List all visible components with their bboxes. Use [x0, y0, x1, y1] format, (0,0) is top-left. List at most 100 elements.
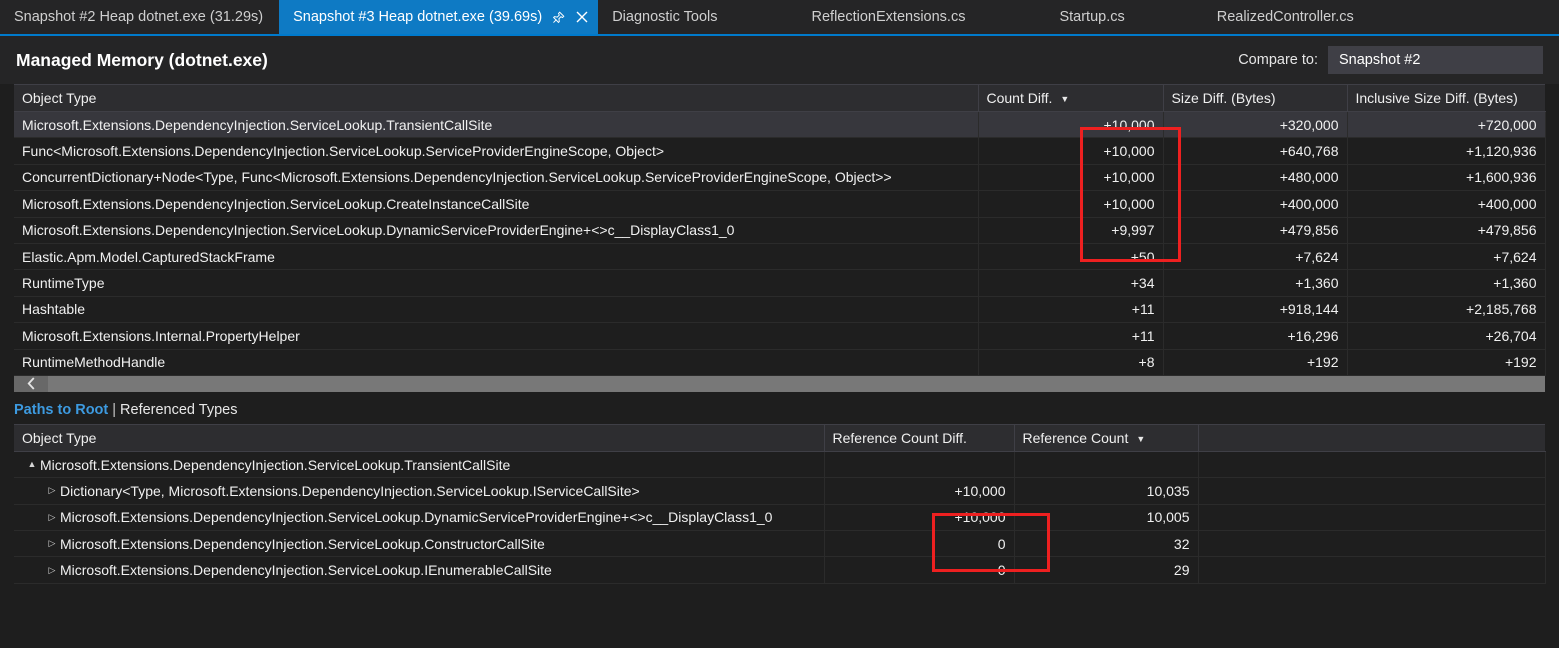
cell-size-diff: +7,624 — [1163, 243, 1348, 271]
column-label: Reference Count — [1022, 429, 1129, 446]
cell-count-diff: +10,000 — [978, 164, 1164, 192]
cell-object-type: ▲ Microsoft.Extensions.DependencyInjecti… — [14, 451, 825, 479]
cell-inclusive-size-diff: +1,120,936 — [1347, 137, 1546, 165]
table-row[interactable]: Elastic.Apm.Model.CapturedStackFrame +50… — [14, 243, 1546, 271]
column-header-reference-count-diff[interactable]: Reference Count Diff. — [824, 423, 1015, 452]
cell-object-type: ▷ Microsoft.Extensions.DependencyInjecti… — [14, 530, 825, 558]
tab-label: Snapshot #3 Heap dotnet.exe (39.69s) — [293, 9, 543, 25]
page-title: Managed Memory (dotnet.exe) — [16, 49, 268, 70]
cell-reference-count-diff: +10,000 — [824, 504, 1015, 532]
tab-snapshot-2[interactable]: Snapshot #2 Heap dotnet.exe (31.29s) — [0, 0, 280, 34]
paths-to-root-link[interactable]: Paths to Root — [14, 402, 108, 418]
grid-header: Object Type Count Diff. ▼ Size Diff. (Byt… — [14, 84, 1545, 112]
cell-reference-count: 10,005 — [1014, 504, 1199, 532]
cell-reference-count-diff — [824, 451, 1015, 479]
cell-object-type: Elastic.Apm.Model.CapturedStackFrame — [14, 243, 979, 271]
column-header-size-diff[interactable]: Size Diff. (Bytes) — [1163, 84, 1348, 112]
cell-reference-count-diff: 0 — [824, 556, 1015, 584]
table-row[interactable]: Microsoft.Extensions.DependencyInjection… — [14, 190, 1546, 218]
table-row[interactable]: Microsoft.Extensions.DependencyInjection… — [14, 111, 1546, 139]
cell-object-type: Microsoft.Extensions.DependencyInjection… — [14, 190, 979, 218]
column-label: Object Type — [22, 90, 97, 106]
tab-startup[interactable]: Startup.cs — [1045, 0, 1141, 34]
table-row[interactable]: Func<Microsoft.Extensions.DependencyInje… — [14, 137, 1546, 165]
tab-label: RealizedController.cs — [1216, 9, 1354, 25]
tab-reflection-extensions[interactable]: ReflectionExtensions.cs — [797, 0, 982, 34]
cell-empty — [1198, 504, 1546, 532]
cell-size-diff: +16,296 — [1163, 322, 1348, 350]
column-header-inclusive-size-diff[interactable]: Inclusive Size Diff. (Bytes) — [1347, 84, 1545, 112]
expander-expand-icon[interactable]: ▷ — [44, 512, 60, 522]
column-header-object-type[interactable]: Object Type — [14, 84, 979, 112]
column-header-count-diff[interactable]: Count Diff. ▼ — [978, 84, 1164, 112]
table-row[interactable]: RuntimeMethodHandle +8 +192 +192 — [14, 349, 1546, 376]
cell-reference-count: 29 — [1014, 556, 1199, 584]
horizontal-scrollbar[interactable] — [14, 375, 1545, 392]
expander-expand-icon[interactable]: ▷ — [44, 486, 60, 495]
cell-count-diff: +11 — [978, 322, 1164, 350]
cell-empty — [1198, 477, 1546, 505]
pin-icon[interactable] — [548, 7, 568, 27]
tree-row[interactable]: ▷ Microsoft.Extensions.DependencyInjecti… — [14, 504, 1546, 532]
tree-row[interactable]: ▷ Microsoft.Extensions.DependencyInjecti… — [14, 530, 1546, 558]
tab-diagnostic-tools[interactable]: Diagnostic Tools — [598, 0, 734, 34]
cell-count-diff: +8 — [978, 349, 1164, 376]
column-label: Reference Count Diff. — [832, 429, 967, 446]
profiler-window: Snapshot #2 Heap dotnet.exe (31.29s) Sna… — [0, 0, 1559, 648]
cell-empty — [1198, 530, 1546, 558]
scrollbar-thumb[interactable] — [48, 375, 1545, 392]
table-row[interactable]: ConcurrentDictionary+Node<Type, Func<Mic… — [14, 164, 1546, 192]
cell-inclusive-size-diff: +479,856 — [1347, 217, 1546, 244]
cell-object-type: ▷ Microsoft.Extensions.DependencyInjecti… — [14, 556, 825, 584]
cell-size-diff: +479,856 — [1163, 217, 1348, 244]
cell-object-type: Func<Microsoft.Extensions.DependencyInje… — [14, 137, 979, 165]
compare-control: Compare to: Snapshot #2 — [1238, 46, 1543, 74]
cell-inclusive-size-diff: +720,000 — [1347, 111, 1546, 139]
cell-size-diff: +480,000 — [1163, 164, 1348, 192]
tab-snapshot-3[interactable]: Snapshot #3 Heap dotnet.exe (39.69s) — [279, 0, 599, 34]
grid-body: Microsoft.Extensions.DependencyInjection… — [14, 111, 1546, 376]
column-label: Object Type — [22, 429, 97, 446]
cell-size-diff: +918,144 — [1163, 296, 1348, 324]
tree-row[interactable]: ▷ Microsoft.Extensions.DependencyInjecti… — [14, 556, 1546, 584]
table-row[interactable]: Microsoft.Extensions.Internal.PropertyHe… — [14, 322, 1546, 350]
cell-inclusive-size-diff: +26,704 — [1347, 322, 1546, 350]
tree-node-label: Dictionary<Type, Microsoft.Extensions.De… — [60, 482, 640, 499]
cell-reference-count-diff: +10,000 — [824, 477, 1015, 505]
managed-memory-grid-container: Object Type Count Diff. ▼ Size Diff. (Byt… — [0, 84, 1559, 376]
expander-expand-icon[interactable]: ▷ — [44, 539, 60, 548]
tab-label: Startup.cs — [1059, 9, 1125, 25]
cell-count-diff: +11 — [978, 296, 1164, 324]
cell-size-diff: +320,000 — [1163, 111, 1348, 139]
column-header-object-type[interactable]: Object Type — [14, 423, 825, 452]
table-row[interactable]: Hashtable +11 +918,144 +2,185,768 — [14, 296, 1546, 324]
close-icon[interactable] — [572, 7, 592, 27]
referenced-types-link[interactable]: Referenced Types — [120, 402, 237, 418]
cell-inclusive-size-diff: +192 — [1347, 349, 1546, 376]
column-label: Inclusive Size Diff. (Bytes) — [1355, 90, 1518, 106]
cell-inclusive-size-diff: +7,624 — [1347, 243, 1546, 271]
table-row[interactable]: RuntimeType +34 +1,360 +1,360 — [14, 269, 1546, 297]
column-header-empty[interactable] — [1198, 423, 1545, 452]
cell-object-type: Microsoft.Extensions.DependencyInjection… — [14, 111, 979, 139]
compare-to-label: Compare to: — [1238, 52, 1318, 68]
chevron-left-icon[interactable] — [14, 375, 48, 392]
expander-collapse-icon[interactable]: ▲ — [24, 460, 40, 469]
paths-to-root-grid-container: Object Type Reference Count Diff. Refere… — [0, 423, 1559, 584]
detail-grid-body: ▲ Microsoft.Extensions.DependencyInjecti… — [14, 451, 1546, 584]
tab-realized-controller[interactable]: RealizedController.cs — [1202, 0, 1370, 34]
table-row[interactable]: Microsoft.Extensions.DependencyInjection… — [14, 217, 1546, 244]
cell-reference-count — [1014, 451, 1199, 479]
cell-inclusive-size-diff: +2,185,768 — [1347, 296, 1546, 324]
cell-size-diff: +640,768 — [1163, 137, 1348, 165]
cell-count-diff: +34 — [978, 269, 1164, 297]
tree-row[interactable]: ▷ Dictionary<Type, Microsoft.Extensions.… — [14, 477, 1546, 505]
detail-view-switcher: Paths to Root | Referenced Types — [0, 392, 1559, 424]
tree-row[interactable]: ▲ Microsoft.Extensions.DependencyInjecti… — [14, 451, 1546, 479]
expander-expand-icon[interactable]: ▷ — [44, 565, 60, 575]
cell-count-diff: +10,000 — [978, 190, 1164, 218]
column-header-reference-count[interactable]: Reference Count ▼ — [1014, 423, 1199, 452]
cell-object-type: ▷ Microsoft.Extensions.DependencyInjecti… — [14, 504, 825, 532]
compare-to-dropdown[interactable]: Snapshot #2 — [1328, 46, 1543, 74]
page-header: Managed Memory (dotnet.exe) Compare to: … — [0, 36, 1559, 84]
